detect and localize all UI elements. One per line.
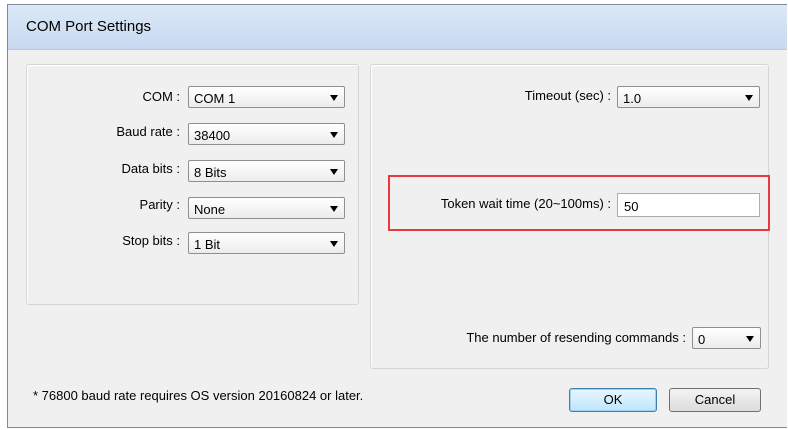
baud-rate-select[interactable]: 38400 xyxy=(188,123,345,145)
data-bits-label: Data bits : xyxy=(121,161,180,176)
ok-button[interactable]: OK xyxy=(569,388,657,412)
dialog-title: COM Port Settings xyxy=(26,18,152,35)
resend-count-select[interactable]: 0 xyxy=(692,327,761,349)
cancel-button[interactable]: Cancel xyxy=(669,388,761,412)
com-select[interactable]: COM 1 xyxy=(188,86,345,108)
stop-bits-select[interactable]: 1 Bit xyxy=(188,232,345,254)
baud-rate-select-value: 38400 xyxy=(194,128,231,143)
token-wait-label: Token wait time (20~100ms) : xyxy=(440,196,611,211)
baud-rate-footnote: * 76800 baud rate requires OS version 20… xyxy=(33,388,364,403)
com-select-value: COM 1 xyxy=(194,91,236,106)
chevron-down-icon xyxy=(330,95,338,101)
chevron-down-icon xyxy=(330,169,338,175)
chevron-down-icon xyxy=(330,241,338,247)
data-bits-select[interactable]: 8 Bits xyxy=(188,160,345,182)
chevron-down-icon xyxy=(330,206,338,212)
data-bits-select-value: 8 Bits xyxy=(194,165,227,180)
parity-select-value: None xyxy=(194,202,226,217)
token-wait-input[interactable]: 50 xyxy=(617,193,760,217)
resend-count-label: The number of resending commands : xyxy=(466,330,686,345)
title-bar: COM Port Settings xyxy=(8,5,787,50)
stop-bits-label: Stop bits : xyxy=(122,233,180,248)
chevron-down-icon xyxy=(746,336,754,342)
timeout-label: Timeout (sec) : xyxy=(524,88,611,103)
baud-rate-label: Baud rate : xyxy=(116,124,180,139)
timeout-select-value: 1.0 xyxy=(623,91,642,106)
stop-bits-select-value: 1 Bit xyxy=(194,237,221,252)
chevron-down-icon xyxy=(330,132,338,138)
parity-select[interactable]: None xyxy=(188,197,345,219)
token-wait-input-value: 50 xyxy=(624,199,639,214)
resend-count-select-value: 0 xyxy=(698,332,706,347)
chevron-down-icon xyxy=(745,95,753,101)
timeout-select[interactable]: 1.0 xyxy=(617,86,760,108)
com-label: COM : xyxy=(142,89,180,104)
parity-label: Parity : xyxy=(139,197,180,212)
